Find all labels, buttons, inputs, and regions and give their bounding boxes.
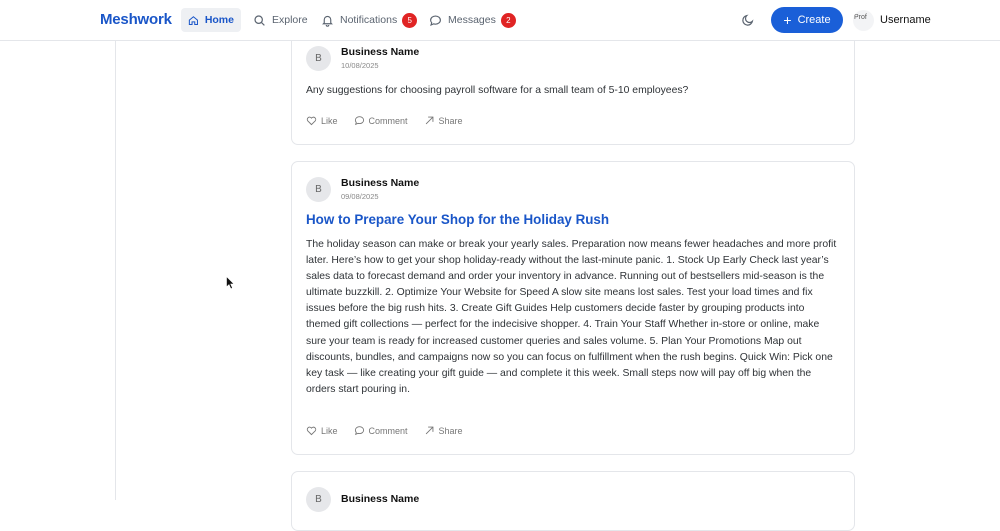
like-label: Like bbox=[321, 425, 338, 436]
nav-home[interactable]: Home bbox=[181, 8, 241, 32]
post-date: 09/08/2025 bbox=[341, 191, 379, 201]
brand-logo[interactable]: Meshwork bbox=[100, 11, 172, 28]
create-button[interactable]: + Create bbox=[771, 7, 843, 33]
author-name[interactable]: Business Name bbox=[341, 493, 419, 506]
share-arrow-icon bbox=[425, 426, 433, 435]
author-info: Business Name 10/08/2025 bbox=[341, 46, 419, 71]
mouse-pointer-icon bbox=[226, 276, 235, 290]
chat-bubble-icon bbox=[430, 14, 441, 26]
author-avatar[interactable]: B bbox=[306, 486, 331, 512]
share-label: Share bbox=[438, 425, 463, 436]
post-card: B Business Name 10/08/2025 Any suggestio… bbox=[291, 30, 855, 145]
nav-explore-label: Explore bbox=[272, 14, 308, 26]
comment-icon bbox=[354, 426, 364, 436]
nav-notifications-label: Notifications bbox=[340, 14, 398, 26]
post-card: B Business Name 09/08/2025 How to Prepar… bbox=[291, 161, 855, 455]
notifications-badge: 5 bbox=[402, 12, 418, 28]
post-header: B Business Name bbox=[306, 486, 419, 512]
nav-notifications[interactable]: Notifications 5 bbox=[314, 8, 424, 32]
share-button[interactable]: Share bbox=[424, 115, 463, 126]
post-title-link[interactable]: How to Prepare Your Shop for the Holiday… bbox=[306, 212, 609, 227]
author-name[interactable]: Business Name bbox=[341, 177, 419, 190]
home-icon bbox=[188, 15, 198, 25]
nav-messages[interactable]: Messages 2 bbox=[422, 8, 523, 32]
nav-explore[interactable]: Explore bbox=[246, 8, 315, 32]
comment-button[interactable]: Comment bbox=[354, 425, 408, 436]
post-date: 10/08/2025 bbox=[341, 60, 379, 70]
post-header: B Business Name 09/08/2025 bbox=[306, 176, 419, 202]
author-name[interactable]: Business Name bbox=[341, 46, 419, 59]
messages-badge: 2 bbox=[500, 12, 516, 28]
post-card: B Business Name bbox=[291, 471, 855, 531]
like-button[interactable]: Like bbox=[306, 115, 338, 126]
author-info: Business Name bbox=[341, 493, 419, 506]
create-button-label: Create bbox=[797, 14, 831, 26]
post-feed: B Business Name 10/08/2025 Any suggestio… bbox=[0, 0, 1000, 531]
avatar[interactable]: Prof bbox=[853, 10, 874, 31]
heart-icon bbox=[306, 116, 317, 126]
author-avatar[interactable]: B bbox=[306, 176, 331, 202]
top-navigation-bar: Meshwork Home Explore Notifications 5 Me… bbox=[0, 0, 1000, 41]
post-body: Any suggestions for choosing payroll sof… bbox=[306, 85, 689, 96]
share-arrow-icon bbox=[425, 116, 433, 125]
comment-button[interactable]: Comment bbox=[354, 115, 408, 126]
comment-label: Comment bbox=[368, 425, 408, 436]
comment-label: Comment bbox=[368, 115, 408, 126]
nav-home-label: Home bbox=[204, 14, 234, 26]
share-label: Share bbox=[438, 115, 463, 126]
nav-messages-label: Messages bbox=[448, 14, 496, 26]
like-label: Like bbox=[321, 115, 338, 126]
share-button[interactable]: Share bbox=[424, 425, 463, 436]
plus-icon: + bbox=[783, 12, 792, 28]
post-header: B Business Name 10/08/2025 bbox=[306, 45, 419, 71]
like-button[interactable]: Like bbox=[306, 425, 338, 436]
moon-icon[interactable] bbox=[741, 13, 755, 27]
comment-icon bbox=[354, 116, 364, 126]
author-info: Business Name 09/08/2025 bbox=[341, 177, 419, 202]
post-actions: Like Comment Share bbox=[306, 115, 479, 126]
post-actions: Like Comment Share bbox=[306, 425, 479, 436]
search-icon bbox=[254, 14, 265, 26]
avatar-broken-image-text: Prof bbox=[854, 14, 867, 21]
author-avatar[interactable]: B bbox=[306, 45, 331, 71]
post-body: The holiday season can make or break you… bbox=[306, 239, 837, 395]
username[interactable]: Username bbox=[880, 14, 931, 26]
bell-icon bbox=[322, 15, 333, 27]
heart-icon bbox=[306, 426, 317, 436]
